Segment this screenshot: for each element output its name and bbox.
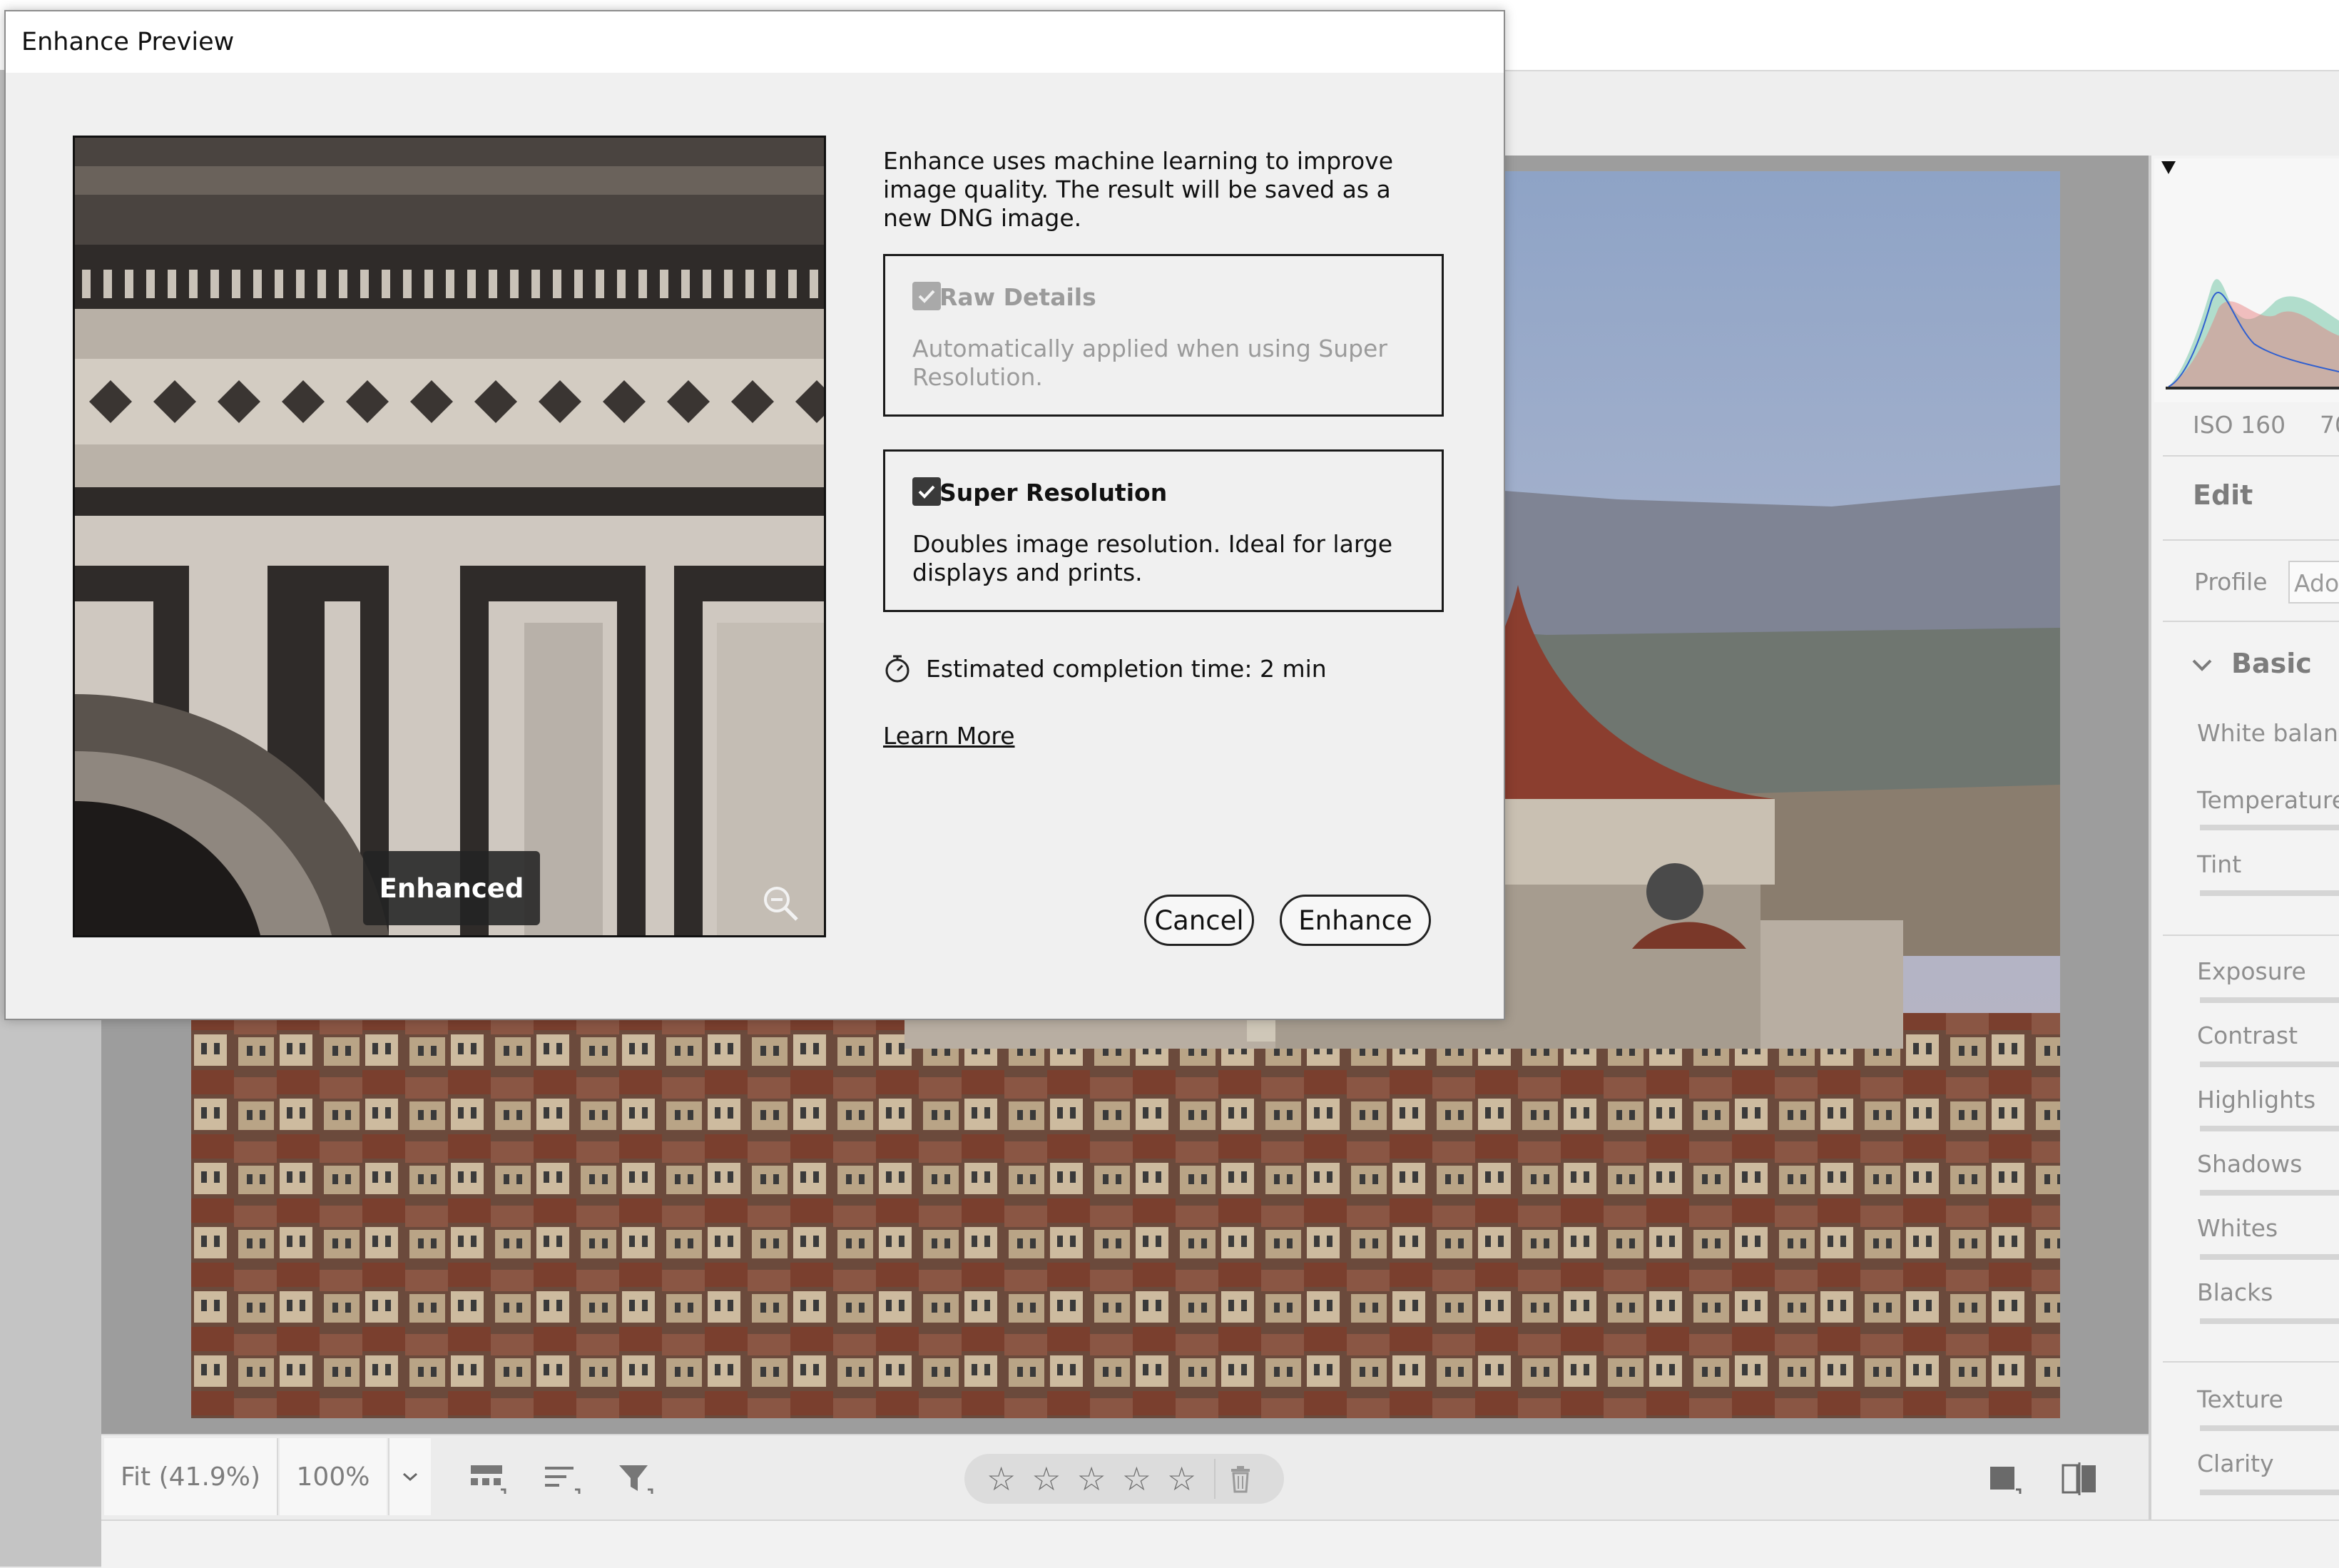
super-resolution-checkbox[interactable] [912, 477, 941, 506]
raw-details-option[interactable]: Raw Details Automatically applied when u… [883, 254, 1444, 417]
filmstrip-icon[interactable] [468, 1461, 509, 1497]
zoom-100-label: 100% [296, 1462, 370, 1492]
slider-label-contrast: Contrast [2197, 1022, 2298, 1049]
clarity-slider[interactable] [2200, 1490, 2339, 1495]
white-balance-label: White balance [2197, 719, 2339, 747]
tint-slider[interactable] [2200, 890, 2339, 896]
right-edit-panel: ISO 160 70 Edit Profile Adob Basic White… [2149, 156, 2339, 1519]
chevron-down-icon [2192, 659, 2212, 671]
enhance-description: Enhance uses machine learning to improve… [883, 147, 1394, 232]
contrast-slider[interactable] [2200, 1062, 2339, 1067]
slider-label-whites: Whites [2197, 1214, 2278, 1242]
profile-select[interactable]: Adob [2288, 561, 2339, 604]
learn-more-link[interactable]: Learn More [883, 722, 1015, 750]
slider-label-clarity: Clarity [2197, 1450, 2274, 1477]
basic-section-title: Basic [2231, 648, 2312, 679]
rating-stars: ☆ ☆ ☆ ☆ ☆ [964, 1454, 1284, 1504]
enhanced-badge: Enhanced [363, 851, 540, 925]
highlights-slider[interactable] [2200, 1126, 2339, 1131]
enhance-button[interactable]: Enhance [1280, 895, 1431, 946]
zoom-out-icon[interactable] [761, 884, 801, 924]
raw-details-checkbox[interactable] [912, 282, 941, 310]
divider [2163, 935, 2339, 936]
slider-label-highlights: Highlights [2197, 1086, 2316, 1114]
star-icon-3[interactable]: ☆ [1077, 1462, 1106, 1495]
iso-readout: ISO 160 [2193, 411, 2286, 439]
compare-view-icon[interactable] [2059, 1461, 2100, 1497]
exposure-slider[interactable] [2200, 997, 2339, 1003]
slider-label-temperature: Temperature [2197, 786, 2339, 814]
slider-label-texture: Texture [2197, 1385, 2283, 1413]
loupe-view-icon[interactable] [1984, 1461, 2026, 1497]
slider-label-shadows: Shadows [2197, 1150, 2303, 1178]
sort-icon[interactable] [542, 1461, 584, 1497]
preview-illustration [75, 138, 824, 935]
enhanced-preview-image[interactable]: Enhanced [73, 136, 826, 937]
zoom-100-button[interactable]: 100% [280, 1438, 387, 1515]
super-resolution-description: Doubles image resolution. Ideal for larg… [912, 530, 1393, 586]
cancel-button[interactable]: Cancel [1144, 895, 1254, 946]
shadows-slider[interactable] [2200, 1190, 2339, 1196]
fit-zoom-button[interactable]: Fit (41.9%) [104, 1438, 278, 1515]
checkmark-icon [918, 485, 935, 499]
filter-icon[interactable] [615, 1461, 656, 1497]
trash-icon[interactable] [1214, 1459, 1253, 1499]
slider-label-blacks: Blacks [2197, 1278, 2273, 1306]
raw-details-description: Automatically applied when using Super R… [912, 335, 1387, 391]
edit-title: Edit [2193, 479, 2253, 511]
enhance-button-label: Enhance [1298, 905, 1412, 936]
stopwatch-icon [885, 655, 909, 683]
cancel-button-label: Cancel [1154, 905, 1244, 936]
raw-details-label: Raw Details [939, 283, 1096, 311]
clipping-warning-icon [2161, 161, 2176, 174]
star-icon-4[interactable]: ☆ [1122, 1462, 1151, 1495]
profile-label: Profile [2194, 568, 2268, 596]
divider [2163, 1361, 2339, 1363]
dialog-title: Enhance Preview [21, 28, 235, 56]
texture-slider[interactable] [2200, 1425, 2339, 1431]
divider [2163, 455, 2339, 457]
divider [2163, 539, 2339, 541]
histogram [2154, 158, 2339, 402]
enhance-preview-dialog: Enhance Preview Enhanced Enhance uses ma… [4, 10, 1505, 1020]
profile-select-value: Adob [2294, 569, 2339, 597]
dialog-title-bar: Enhance Preview [6, 11, 1504, 73]
temperature-slider[interactable] [2200, 825, 2339, 830]
super-resolution-label: Super Resolution [939, 479, 1168, 506]
footer-strip [101, 1519, 2339, 1568]
slider-label-exposure: Exposure [2197, 957, 2306, 985]
estimated-time-row: Estimated completion time: 2 min [883, 653, 1327, 683]
basic-section-header[interactable]: Basic [2191, 646, 2339, 689]
star-icon-2[interactable]: ☆ [1031, 1462, 1061, 1495]
bottom-toolbar: Fit (41.9%) 100% ☆ ☆ ☆ ☆ ☆ [101, 1434, 2149, 1521]
blacks-slider[interactable] [2200, 1318, 2339, 1324]
star-icon-5[interactable]: ☆ [1167, 1462, 1196, 1495]
fit-zoom-label: Fit (41.9%) [120, 1462, 261, 1492]
checkmark-icon [918, 290, 935, 303]
chevron-down-icon [403, 1472, 417, 1482]
focal-readout: 70 [2320, 411, 2339, 439]
zoom-dropdown-button[interactable] [388, 1438, 431, 1515]
star-icon-1[interactable]: ☆ [987, 1462, 1016, 1495]
estimated-time-text: Estimated completion time: 2 min [926, 654, 1327, 683]
whites-slider[interactable] [2200, 1254, 2339, 1260]
slider-label-tint: Tint [2197, 850, 2242, 878]
super-resolution-option[interactable]: Super Resolution Doubles image resolutio… [883, 449, 1444, 612]
divider [2163, 621, 2339, 622]
